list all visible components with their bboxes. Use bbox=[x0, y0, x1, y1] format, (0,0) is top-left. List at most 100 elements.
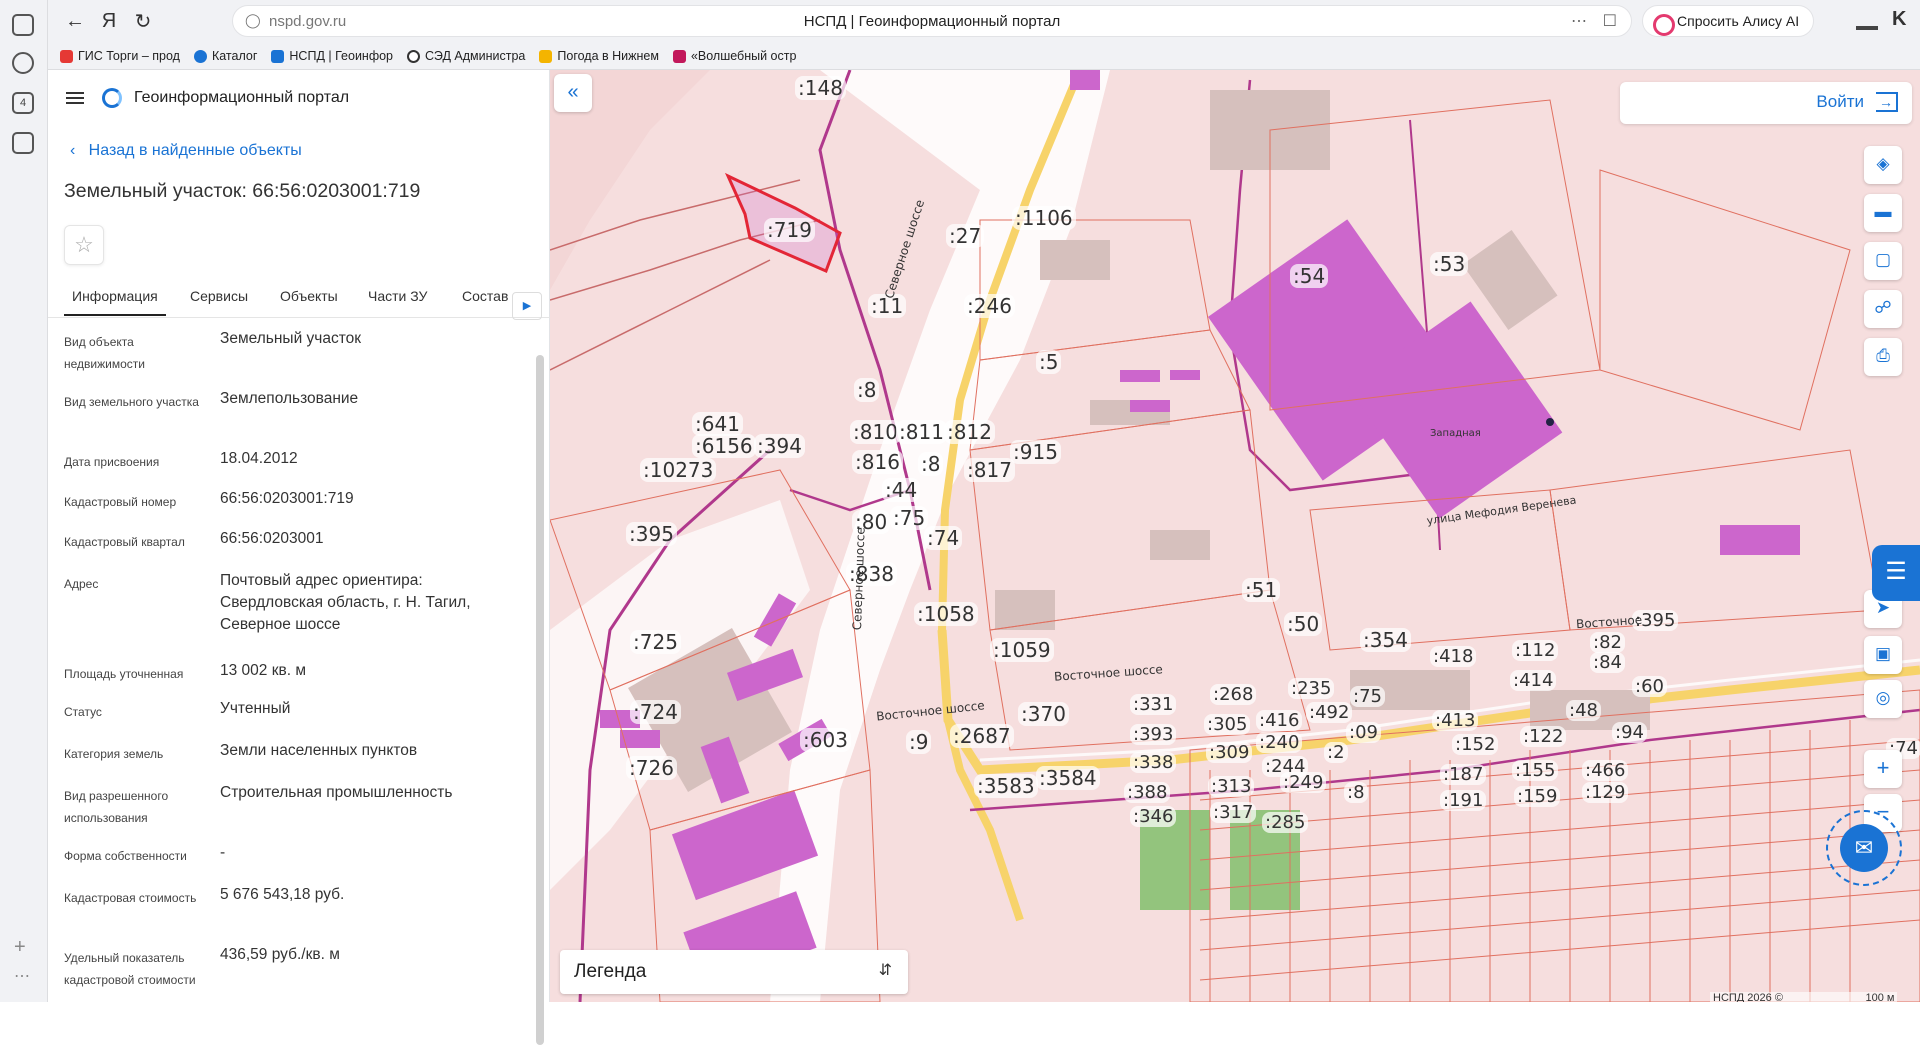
parcel-label[interactable]: :305 bbox=[1204, 714, 1251, 735]
parcel-label[interactable]: :129 bbox=[1582, 782, 1629, 803]
parcel-label[interactable]: :641 bbox=[692, 412, 743, 436]
parcel-label[interactable]: :414 bbox=[1510, 670, 1557, 691]
tabs-next-arrow-icon[interactable]: ▶ bbox=[512, 292, 542, 320]
more-dots-icon[interactable]: ⋯ bbox=[14, 966, 30, 986]
parcel-label[interactable]: :268 bbox=[1210, 684, 1257, 705]
parcel-label[interactable]: :84 bbox=[1590, 652, 1625, 673]
parcel-label[interactable]: :3584 bbox=[1036, 766, 1100, 790]
parcel-label[interactable]: :9 bbox=[906, 730, 932, 754]
tab-parts[interactable]: Части ЗУ bbox=[368, 288, 427, 304]
bookmark-item[interactable]: Каталог bbox=[193, 45, 257, 67]
parcel-label[interactable]: :915 bbox=[1010, 440, 1061, 464]
collapse-panel-icon[interactable]: « bbox=[554, 74, 592, 112]
assistant-tab-icon[interactable]: ☰ bbox=[1872, 545, 1920, 601]
parcel-label[interactable]: :6156 bbox=[692, 434, 756, 458]
parcel-label[interactable]: :51 bbox=[1242, 578, 1281, 602]
parcel-label[interactable]: :240 bbox=[1256, 732, 1303, 753]
play-icon[interactable] bbox=[12, 52, 34, 74]
parcel-label[interactable]: :418 bbox=[1430, 646, 1477, 667]
parcel-label[interactable]: :48 bbox=[1566, 700, 1601, 721]
parcel-label[interactable]: :44 bbox=[882, 478, 921, 502]
bookmark-item[interactable]: «Волшебный остр bbox=[672, 45, 796, 67]
screenshot-icon[interactable] bbox=[12, 132, 34, 154]
back-to-results-link[interactable]: ‹ Назад в найденные объекты bbox=[70, 142, 302, 160]
login-button[interactable]: Войти → bbox=[1620, 82, 1912, 124]
parcel-label[interactable]: :249 bbox=[1280, 772, 1327, 793]
parcel-label[interactable]: :27 bbox=[946, 224, 985, 248]
parcel-label[interactable]: :122 bbox=[1520, 726, 1567, 747]
parcel-label[interactable]: :112 bbox=[1512, 640, 1559, 661]
parcel-label[interactable]: :309 bbox=[1206, 742, 1253, 763]
collections-icon[interactable] bbox=[12, 14, 34, 36]
parcel-label[interactable]: :94 bbox=[1612, 722, 1647, 743]
parcel-label[interactable]: :1059 bbox=[990, 638, 1054, 662]
parcel-label[interactable]: :2 bbox=[1324, 742, 1348, 763]
bookmark-item[interactable]: ГИС Торги – прод bbox=[60, 45, 180, 67]
menu-icon[interactable] bbox=[66, 92, 84, 104]
parcel-label[interactable]: :187 bbox=[1440, 764, 1487, 785]
parcel-label[interactable]: :246 bbox=[964, 294, 1015, 318]
parcel-label[interactable]: :2687 bbox=[950, 724, 1014, 748]
parcel-label[interactable]: :395 bbox=[626, 522, 677, 546]
parcel-label[interactable]: :724 bbox=[630, 700, 681, 724]
parcel-label[interactable]: :60 bbox=[1632, 676, 1667, 697]
alice-button[interactable]: Спросить Алису AI bbox=[1642, 5, 1814, 37]
more-icon[interactable]: ⋯ bbox=[1571, 11, 1587, 31]
parcel-label[interactable]: :317 bbox=[1210, 802, 1257, 823]
parcel-label[interactable]: :54 bbox=[1290, 264, 1329, 288]
parcel-label[interactable]: :5 bbox=[1036, 350, 1062, 374]
parcel-label[interactable]: :416 bbox=[1256, 710, 1303, 731]
extension-icon[interactable]: K bbox=[1892, 8, 1906, 31]
select-area-icon[interactable]: ▢ bbox=[1864, 242, 1902, 280]
parcel-label[interactable]: :817 bbox=[964, 458, 1015, 482]
reload-icon[interactable]: ↻ bbox=[126, 4, 160, 38]
print-icon[interactable]: ⎙ bbox=[1864, 338, 1902, 376]
parcel-label[interactable]: :8 bbox=[1344, 782, 1368, 803]
chat-button[interactable]: ✉ bbox=[1826, 810, 1902, 886]
parcel-label[interactable]: :148 bbox=[795, 76, 846, 100]
back-arrow-icon[interactable]: ← bbox=[58, 4, 92, 38]
zoom-in-icon[interactable]: + bbox=[1864, 750, 1902, 788]
tab-composition[interactable]: Состав bbox=[462, 288, 508, 304]
parcel-label[interactable]: :285 bbox=[1262, 812, 1309, 833]
parcel-label[interactable]: :388 bbox=[1124, 782, 1171, 803]
parcel-label[interactable]: :8 bbox=[918, 452, 944, 476]
parcel-label[interactable]: :816 bbox=[852, 450, 903, 474]
parcel-label[interactable]: :1058 bbox=[914, 602, 978, 626]
parcel-label[interactable]: :74 bbox=[924, 526, 963, 550]
parcel-label[interactable]: :155 bbox=[1512, 760, 1559, 781]
bookmark-item[interactable]: Погода в Нижнем bbox=[539, 45, 659, 67]
parcel-label[interactable]: :159 bbox=[1514, 786, 1561, 807]
locate-icon[interactable]: ◎ bbox=[1864, 680, 1902, 718]
share-icon[interactable]: ☍ bbox=[1864, 290, 1902, 328]
panel-scrollbar[interactable] bbox=[536, 355, 544, 1045]
tab-services[interactable]: Сервисы bbox=[190, 288, 248, 304]
reader-icon[interactable] bbox=[1856, 12, 1878, 30]
layers-icon[interactable]: ◈ bbox=[1864, 146, 1902, 184]
parcel-label[interactable]: :82 bbox=[1590, 632, 1625, 653]
parcel-label-selected[interactable]: :719 bbox=[764, 218, 815, 242]
parcel-label[interactable]: :3583 bbox=[974, 774, 1038, 798]
parcel-label[interactable]: :235 bbox=[1288, 678, 1335, 699]
map-canvas[interactable]: « :148 :719 :1106 :27 :53 :54 :246 :11 :… bbox=[550, 70, 1920, 1002]
parcel-label[interactable]: :492 bbox=[1306, 702, 1353, 723]
parcel-label[interactable]: :725 bbox=[630, 630, 681, 654]
parcel-label[interactable]: :75 bbox=[1350, 686, 1385, 707]
tab-information[interactable]: Информация bbox=[64, 288, 166, 316]
legend-selector[interactable]: Легенда ⇵ bbox=[560, 950, 908, 994]
parcel-label[interactable]: :313 bbox=[1208, 776, 1255, 797]
minimap-icon[interactable]: ▣ bbox=[1864, 636, 1902, 674]
parcel-label[interactable]: :603 bbox=[800, 728, 851, 752]
parcel-label[interactable]: :50 bbox=[1284, 612, 1323, 636]
add-icon[interactable]: + bbox=[14, 936, 26, 959]
parcel-label[interactable]: :726 bbox=[626, 756, 677, 780]
ruler-icon[interactable]: ▬ bbox=[1864, 194, 1902, 232]
parcel-label[interactable]: :338 bbox=[1130, 752, 1177, 773]
parcel-label[interactable]: :10273 bbox=[640, 458, 717, 482]
favorite-star-icon[interactable]: ☆ bbox=[64, 225, 104, 265]
parcel-label[interactable]: :812 bbox=[944, 420, 995, 444]
parcel-label[interactable]: :466 bbox=[1582, 760, 1629, 781]
parcel-label[interactable]: :810 bbox=[850, 420, 901, 444]
parcel-label[interactable]: :152 bbox=[1452, 734, 1499, 755]
parcel-label[interactable]: :394 bbox=[754, 434, 805, 458]
